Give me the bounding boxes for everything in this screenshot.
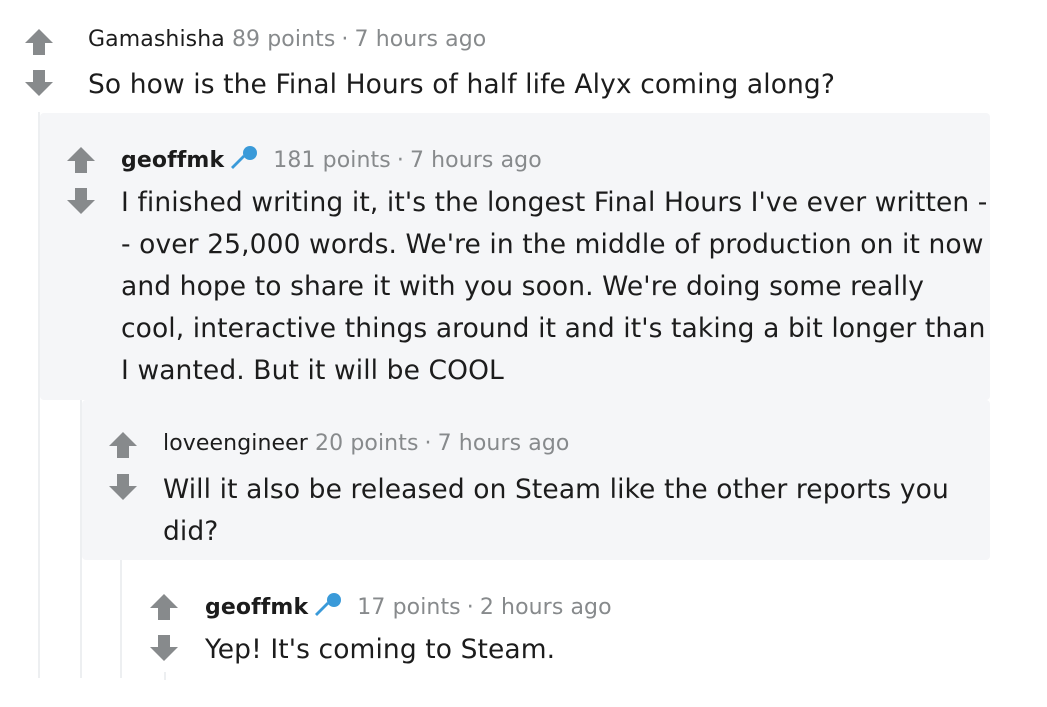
separator: · bbox=[466, 595, 474, 620]
downvote-button[interactable] bbox=[67, 188, 95, 214]
comment-meta: loveengineer 20 points · 7 hours ago bbox=[163, 431, 569, 456]
body-line: I finished writing it, it's the longest … bbox=[121, 187, 988, 218]
body-line: - over 25,000 words. We're in the middle… bbox=[121, 229, 984, 260]
separator: · bbox=[424, 431, 432, 456]
timestamp[interactable]: 7 hours ago bbox=[410, 148, 542, 173]
author-link[interactable]: Gamashisha bbox=[88, 27, 225, 52]
upvote-button[interactable] bbox=[150, 594, 178, 620]
upvote-button[interactable] bbox=[67, 147, 95, 173]
comment-thread: Gamashisha 89 points · 7 hours ago So how … bbox=[0, 0, 1047, 707]
author-link[interactable]: geoffmk bbox=[121, 148, 224, 173]
author-link[interactable]: loveengineer bbox=[163, 431, 308, 456]
body-line: and hope to share it with you soon. We'r… bbox=[121, 271, 924, 302]
points: 89 points bbox=[231, 27, 336, 52]
comment-meta: Gamashisha 89 points · 7 hours ago bbox=[88, 27, 486, 52]
body-line: did? bbox=[163, 516, 219, 547]
downvote-arrow-icon bbox=[25, 70, 53, 96]
timestamp[interactable]: 7 hours ago bbox=[355, 27, 487, 52]
comment-body: I finished writing it, it's the longest … bbox=[121, 182, 987, 392]
body-line: Yep! It's coming to Steam. bbox=[205, 634, 556, 665]
upvote-arrow-icon bbox=[109, 432, 137, 458]
comment: loveengineer 20 points · 7 hours ago Will … bbox=[82, 400, 990, 560]
upvote-button[interactable] bbox=[109, 432, 137, 458]
comment-body: Yep! It's coming to Steam. bbox=[205, 629, 555, 671]
comment: geoffmk 181 points · 7 hours ago I finishe… bbox=[40, 113, 990, 400]
body-line: Will it also be released on Steam like t… bbox=[163, 474, 949, 505]
body-line: cool, interactive things around it and i… bbox=[121, 313, 986, 344]
points: 181 points bbox=[273, 148, 391, 173]
comment-meta: geoffmk 17 points · 2 hours ago bbox=[205, 592, 612, 624]
downvote-button[interactable] bbox=[25, 70, 53, 96]
downvote-arrow-icon bbox=[150, 635, 178, 661]
upvote-arrow-icon bbox=[67, 147, 95, 173]
points: 20 points bbox=[315, 431, 419, 456]
separator: · bbox=[341, 27, 349, 52]
separator: · bbox=[396, 148, 404, 173]
downvote-button[interactable] bbox=[109, 474, 137, 500]
upvote-button[interactable] bbox=[25, 29, 53, 55]
author-link[interactable]: geoffmk bbox=[205, 595, 308, 620]
comment: geoffmk 17 points · 2 hours ago Yep! It's … bbox=[122, 560, 990, 707]
body-line: So how is the Final Hours of half life A… bbox=[88, 69, 836, 100]
timestamp[interactable]: 7 hours ago bbox=[438, 431, 570, 456]
comment-body: Will it also be released on Steam like t… bbox=[163, 469, 949, 553]
points: 17 points bbox=[357, 595, 461, 620]
downvote-button[interactable] bbox=[150, 635, 178, 661]
downvote-arrow-icon bbox=[67, 188, 95, 214]
body-line: I wanted. But it will be COOL bbox=[121, 355, 504, 386]
comment: Gamashisha 89 points · 7 hours ago So how … bbox=[0, 0, 1047, 113]
timestamp[interactable]: 2 hours ago bbox=[480, 595, 612, 620]
upvote-arrow-icon bbox=[150, 594, 178, 620]
comment-body: So how is the Final Hours of half life A… bbox=[88, 64, 835, 106]
microphone-icon bbox=[314, 592, 342, 624]
downvote-arrow-icon bbox=[109, 474, 137, 500]
microphone-icon bbox=[230, 145, 258, 177]
upvote-arrow-icon bbox=[25, 29, 53, 55]
comment-meta: geoffmk 181 points · 7 hours ago bbox=[121, 145, 542, 177]
